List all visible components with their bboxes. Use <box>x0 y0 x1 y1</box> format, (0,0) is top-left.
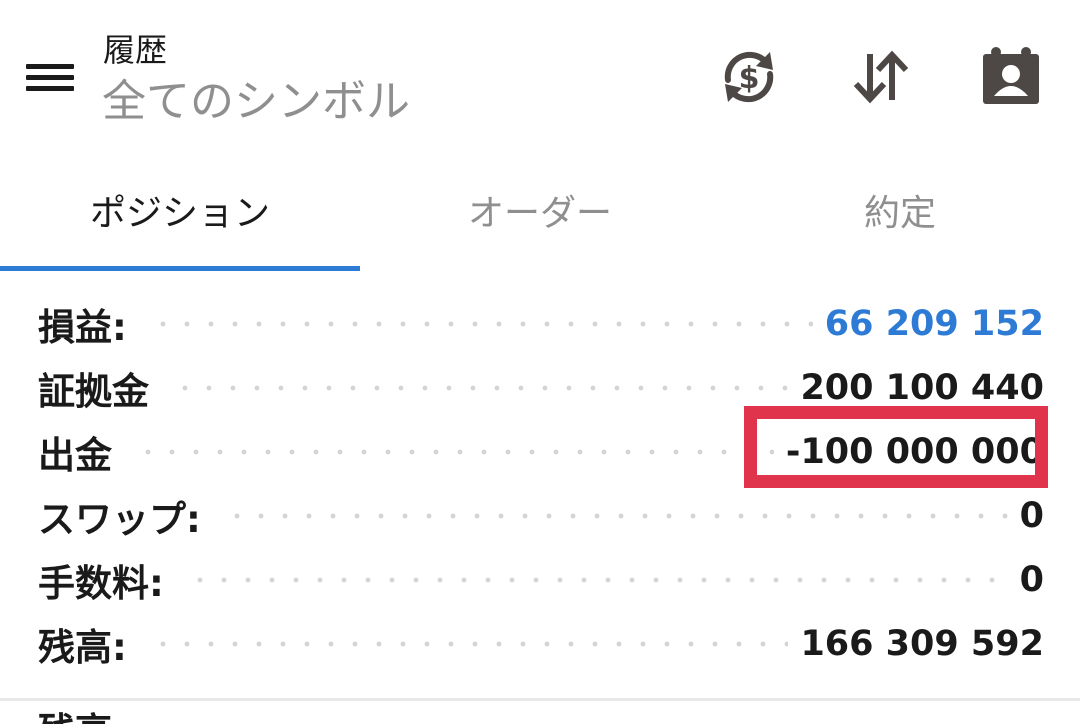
sort-icon[interactable] <box>850 46 912 108</box>
summary-row-balance: 残高: 166 309 592 <box>0 612 1080 676</box>
app-header: 履歴 全てのシンボル $ <box>0 0 1080 150</box>
dotted-leader <box>173 385 789 391</box>
margin-value: 200 100 440 <box>800 368 1044 408</box>
balance-value: 166 309 592 <box>800 624 1044 664</box>
balance-label: 残高: <box>38 626 127 669</box>
section-divider <box>0 698 1080 701</box>
svg-text:$: $ <box>739 61 760 96</box>
commission-value: 0 <box>1019 560 1044 600</box>
page-title: 履歴 <box>103 31 168 69</box>
profit-label: 損益: <box>38 306 127 349</box>
tab-deals[interactable]: 約定 <box>720 150 1080 270</box>
active-tab-indicator <box>0 266 360 271</box>
dotted-leader <box>150 321 813 327</box>
swap-label: スワップ: <box>38 498 201 541</box>
summary-row-profit: 損益: 66 209 152 <box>0 292 1080 356</box>
summary-row-swap: スワップ: 0 <box>0 484 1080 548</box>
currency-exchange-icon[interactable]: $ <box>718 46 780 108</box>
dotted-leader <box>187 577 1008 583</box>
swap-value: 0 <box>1019 496 1044 536</box>
history-screen: 履歴 全てのシンボル $ ポジション オーダー 約定 損益: 66 209 15… <box>0 0 1080 724</box>
menu-icon[interactable] <box>22 54 78 100</box>
summary-row-withdrawal: 出金 -100 000 000 <box>0 420 1080 484</box>
tab-orders[interactable]: オーダー <box>360 150 720 270</box>
withdrawal-value: -100 000 000 <box>785 432 1044 472</box>
account-summary: 損益: 66 209 152 証拠金 200 100 440 出金 -100 0… <box>0 292 1080 676</box>
tab-bar: ポジション オーダー 約定 <box>0 150 1080 270</box>
dotted-leader <box>136 449 774 455</box>
contact-card-icon[interactable] <box>980 46 1042 108</box>
symbol-filter[interactable]: 全てのシンボル <box>102 76 410 128</box>
dotted-leader <box>150 641 789 647</box>
menu-bar <box>26 86 74 91</box>
margin-label: 証拠金 <box>38 370 149 413</box>
summary-row-commission: 手数料: 0 <box>0 548 1080 612</box>
withdrawal-label: 出金 <box>38 434 112 477</box>
menu-bar <box>26 64 74 69</box>
menu-bar <box>26 75 74 80</box>
dotted-leader <box>224 513 1008 519</box>
list-item-cutoff: 残高 <box>38 712 112 724</box>
profit-value: 66 209 152 <box>824 304 1044 344</box>
summary-row-margin: 証拠金 200 100 440 <box>0 356 1080 420</box>
tab-positions[interactable]: ポジション <box>0 150 360 270</box>
commission-label: 手数料: <box>38 562 164 605</box>
